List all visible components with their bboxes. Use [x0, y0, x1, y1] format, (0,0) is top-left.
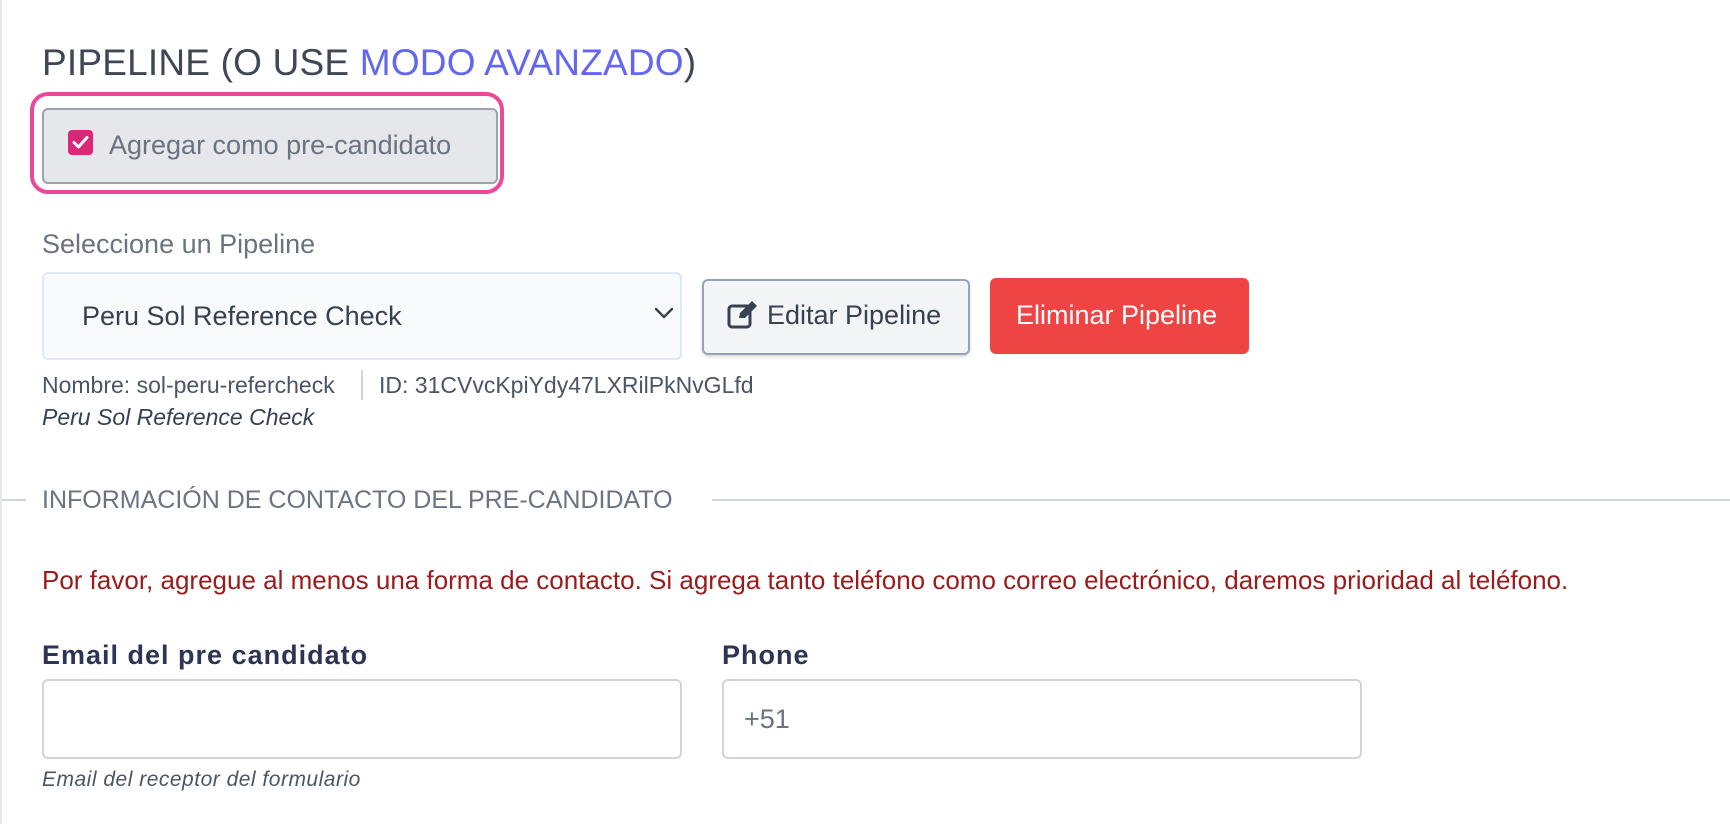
precandidate-checkbox-label[interactable]: Agregar como pre-candidato	[109, 128, 451, 162]
pipeline-name: Nombre: sol-peru-refercheck	[42, 372, 335, 398]
pipeline-id: ID: 31CVvcKpiYdy47LXRilPkNvGLfd	[379, 372, 754, 398]
precandidate-checkbox[interactable]	[68, 130, 93, 155]
pipeline-description: Peru Sol Reference Check	[42, 404, 315, 430]
contact-warning: Por favor, agregue al menos una forma de…	[42, 565, 1569, 595]
email-field[interactable]	[42, 679, 682, 759]
email-help-text: Email del receptor del formulario	[42, 768, 361, 791]
left-border	[0, 0, 2, 824]
heading-suffix: )	[683, 42, 697, 83]
phone-field-label: Phone	[722, 640, 810, 670]
pipeline-heading: PIPELINE (O USE MODO AVANZADO)	[42, 40, 696, 86]
section-divider-left	[2, 499, 26, 501]
pipeline-select-label: Seleccione un Pipeline	[42, 229, 316, 259]
heading-prefix: PIPELINE (O USE	[42, 42, 360, 83]
check-icon	[72, 136, 89, 149]
chevron-down-icon[interactable]	[654, 307, 674, 319]
section-divider-right	[712, 499, 1730, 501]
delete-pipeline-label[interactable]: Eliminar Pipeline	[1016, 298, 1217, 332]
contact-section-title: INFORMACIÓN DE CONTACTO DEL PRE-CANDIDAT…	[42, 486, 673, 514]
edit-icon	[727, 301, 757, 329]
meta-divider	[361, 370, 363, 400]
email-field-label: Email del pre candidato	[42, 640, 369, 670]
edit-pipeline-label[interactable]: Editar Pipeline	[767, 298, 941, 332]
pipeline-select-value[interactable]: Peru Sol Reference Check	[82, 299, 402, 333]
phone-field[interactable]	[722, 679, 1362, 759]
advanced-mode-link[interactable]: MODO AVANZADO	[360, 42, 684, 83]
